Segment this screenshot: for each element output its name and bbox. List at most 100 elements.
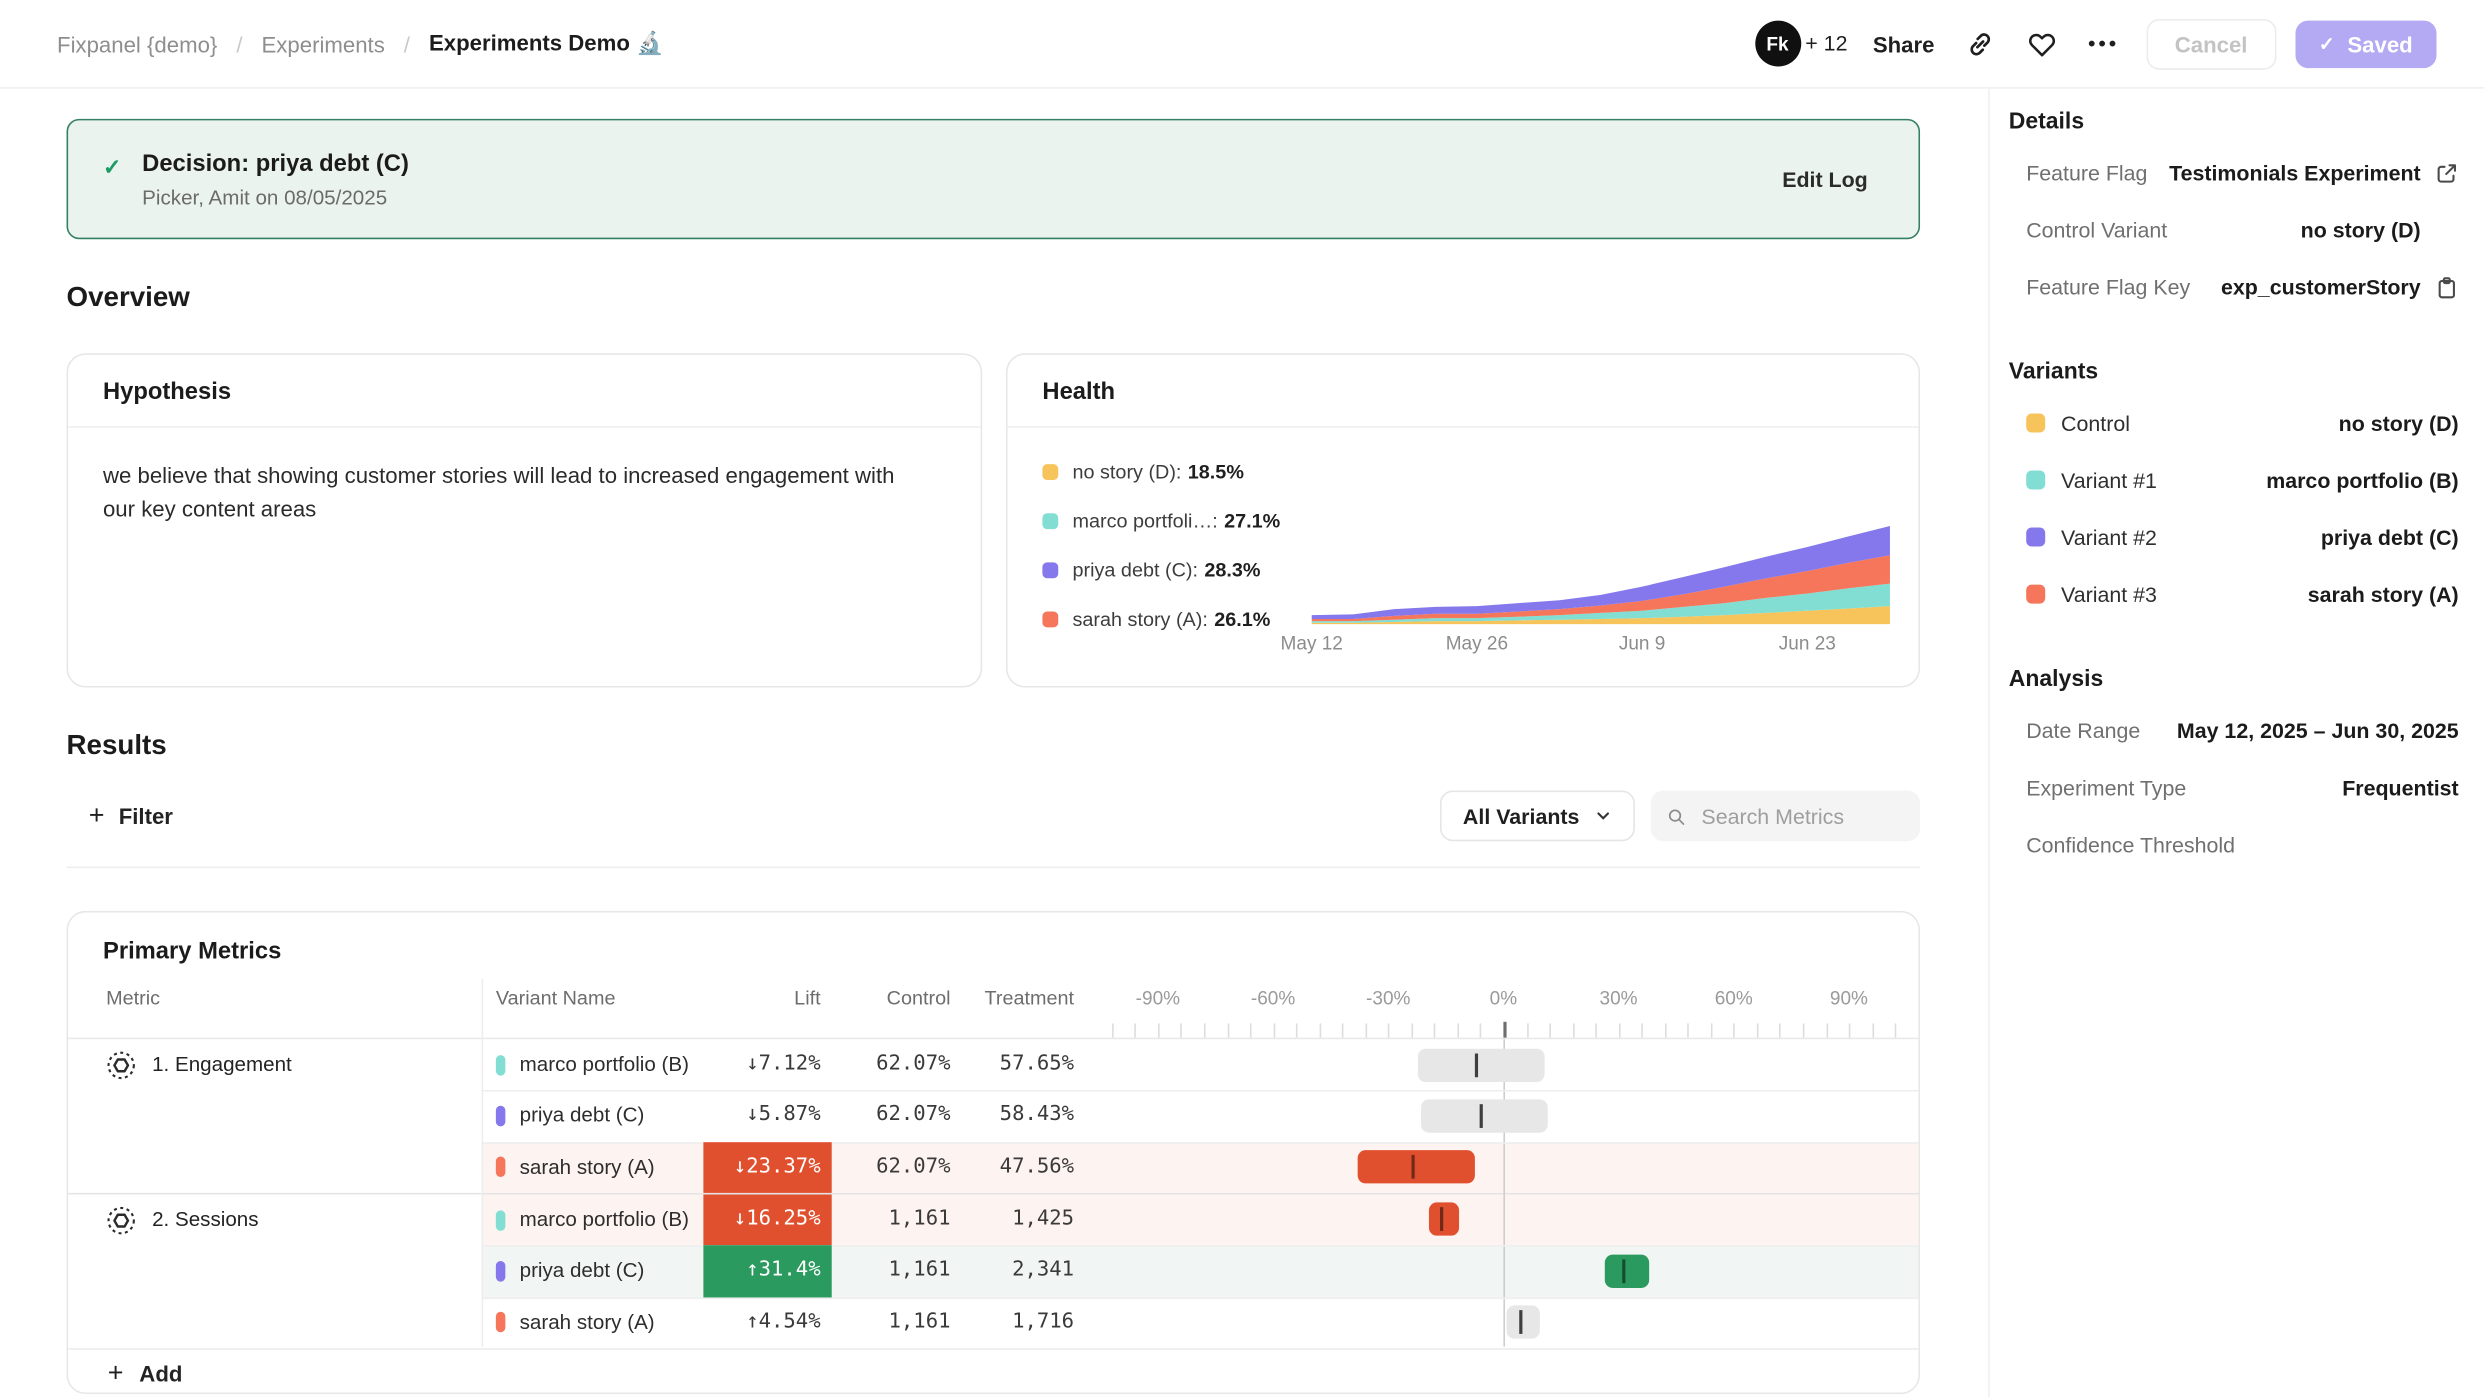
- variant-row: Controlno story (D): [2009, 394, 2462, 451]
- row-separator: [482, 1090, 1919, 1092]
- ruler-tick: [1342, 1023, 1344, 1037]
- metric-name: 2. Sessions: [152, 1194, 258, 1245]
- table-row[interactable]: 1. Engagementmarco portfolio (B)↓7.12%62…: [68, 1039, 1918, 1090]
- variant-row: Variant #2priya debt (C): [2009, 509, 2462, 566]
- legend-label: marco portfoli…:: [1073, 510, 1218, 532]
- variant-name: priya debt (C): [520, 1246, 645, 1297]
- table-row[interactable]: sarah story (A)↑4.54%1,1611,716: [68, 1297, 1918, 1348]
- analysis-section: Analysis Date RangeMay 12, 2025 – Jun 30…: [2009, 667, 2462, 873]
- avatar[interactable]: Fk: [1755, 21, 1801, 67]
- main-content: ✓ Decision: priya debt (C) Picker, Amit …: [0, 89, 1988, 1398]
- search-metrics-box[interactable]: [1651, 791, 1920, 842]
- analysis-label: Experiment Type: [2026, 775, 2186, 799]
- primary-metrics-title: Primary Metrics: [103, 938, 1918, 965]
- details-sidebar: Details Feature FlagTestimonials Experim…: [1988, 89, 2484, 1398]
- control-value: 62.07%: [832, 1142, 951, 1193]
- search-metrics-input[interactable]: [1698, 802, 1904, 829]
- ruler-tick: [1872, 1023, 1874, 1037]
- ruler-tick: [1227, 1023, 1229, 1037]
- detail-label: Control Variant: [2026, 218, 2167, 242]
- ruler-tick: [1757, 1023, 1759, 1037]
- ruler-tick: [1734, 1023, 1736, 1037]
- decision-text: Decision: priya debt (C) Picker, Amit on…: [142, 150, 409, 209]
- add-filter-button[interactable]: + Filter: [89, 800, 173, 832]
- add-metric-button[interactable]: + Add: [68, 1348, 1918, 1394]
- axis-label: -60%: [1251, 987, 1295, 1009]
- top-bar: Fixpanel {demo}/Experiments/Experiments …: [0, 0, 2484, 89]
- edit-log-link[interactable]: Edit Log: [1782, 167, 1868, 191]
- lift-value: ↓7.12%: [703, 1039, 820, 1090]
- variant-value: marco portfolio (B): [2266, 468, 2458, 492]
- primary-metrics-card: Primary Metrics Metric Variant Name Lift…: [67, 911, 1921, 1394]
- table-row[interactable]: priya debt (C)↑31.4%1,1612,341: [68, 1246, 1918, 1297]
- metric-name: 1. Engagement: [152, 1039, 292, 1090]
- ruler-tick: [1503, 1022, 1505, 1038]
- lift-value: ↓5.87%: [703, 1090, 820, 1141]
- ruler-tick: [1642, 1023, 1644, 1037]
- detail-label: Feature Flag Key: [2026, 275, 2190, 299]
- confidence-interval-marker: [1475, 1053, 1478, 1077]
- lift-value: ↑31.4%: [703, 1246, 820, 1297]
- ruler-tick: [1526, 1023, 1528, 1037]
- treatment-value: 47.56%: [951, 1142, 1075, 1193]
- variant-cell: priya debt (C): [496, 1090, 645, 1141]
- legend-swatch: [1042, 513, 1058, 529]
- variant-name: sarah story (A): [520, 1297, 655, 1348]
- saved-label: Saved: [2347, 31, 2412, 56]
- x-axis-tick-label: Jun 9: [1619, 632, 1666, 654]
- variant-cell: priya debt (C): [496, 1246, 645, 1297]
- check-icon: ✓: [103, 154, 122, 181]
- col-treatment: Treatment: [951, 987, 1075, 1009]
- ruler-tick: [1665, 1023, 1667, 1037]
- ruler-tick: [1711, 1023, 1713, 1037]
- filter-label: Filter: [119, 803, 173, 828]
- ruler-tick: [1181, 1023, 1183, 1037]
- zero-axis-line: [1503, 1039, 1505, 1346]
- saved-button[interactable]: ✓ Saved: [2295, 20, 2436, 68]
- confidence-interval-marker: [1479, 1104, 1482, 1128]
- hypothesis-card: Hypothesis we believe that showing custo…: [67, 353, 983, 687]
- table-row[interactable]: 2. Sessionsmarco portfolio (B)↓16.25%1,1…: [68, 1194, 1918, 1245]
- chart-x-axis-labels: May 12May 26Jun 9Jun 23: [1309, 632, 1894, 657]
- variant-color-dot: [496, 1261, 506, 1282]
- details-heading: Details: [2009, 109, 2462, 134]
- favorite-heart-icon[interactable]: [2026, 28, 2058, 60]
- ruler-tick: [1895, 1023, 1897, 1037]
- confidence-interval-marker: [1439, 1208, 1442, 1232]
- table-body: 1. Engagement marco portfolio (B) ↓7.12% 62…: [68, 1039, 1918, 1348]
- breadcrumb-item[interactable]: Fixpanel {demo}: [57, 31, 217, 56]
- more-options-icon[interactable]: •••: [2088, 32, 2119, 56]
- collaborators-count[interactable]: + 12: [1805, 32, 1847, 56]
- table-header: Metric Variant Name Lift Control Treatme…: [68, 965, 1918, 1039]
- cancel-button[interactable]: Cancel: [2146, 18, 2276, 69]
- table-row[interactable]: sarah story (A)↓23.37%62.07%47.56%: [68, 1142, 1918, 1193]
- breadcrumb-item[interactable]: Experiments Demo 🔬: [429, 30, 664, 57]
- legend-item: no story (D): 18.5%: [1042, 461, 1280, 483]
- copy-icon[interactable]: [2435, 275, 2459, 299]
- confidence-interval-bar: [1417, 1048, 1544, 1081]
- ruler-tick: [1480, 1023, 1482, 1037]
- external-link-icon[interactable]: [2435, 161, 2459, 185]
- x-axis-tick-label: Jun 23: [1779, 632, 1836, 654]
- ruler-tick: [1572, 1023, 1574, 1037]
- legend-value: 18.5%: [1188, 461, 1244, 483]
- x-axis-tick-label: May 26: [1446, 632, 1508, 654]
- variant-name: marco portfolio (B): [520, 1194, 689, 1245]
- copy-link-icon[interactable]: [1965, 28, 1997, 60]
- detail-value: exp_customerStory: [2221, 275, 2421, 299]
- lift-value: ↓23.37%: [703, 1142, 820, 1193]
- results-heading: Results: [67, 729, 1989, 762]
- table-row[interactable]: priya debt (C)↓5.87%62.07%58.43%: [68, 1090, 1918, 1141]
- treatment-value: 1,425: [951, 1194, 1075, 1245]
- confidence-interval-marker: [1412, 1155, 1415, 1179]
- variant-filter-dropdown[interactable]: All Variants: [1441, 791, 1635, 842]
- legend-swatch: [1042, 464, 1058, 480]
- variants-section: Variants Controlno story (D)Variant #1ma…: [2009, 360, 2462, 623]
- share-button[interactable]: Share: [1873, 31, 1935, 56]
- detail-label: Feature Flag: [2026, 161, 2147, 185]
- ruler-tick: [1411, 1023, 1413, 1037]
- legend-label: no story (D):: [1073, 461, 1182, 483]
- breadcrumb-item[interactable]: Experiments: [262, 31, 385, 56]
- row-highlight: [482, 1194, 1919, 1245]
- details-section: Details Feature FlagTestimonials Experim…: [2009, 109, 2462, 315]
